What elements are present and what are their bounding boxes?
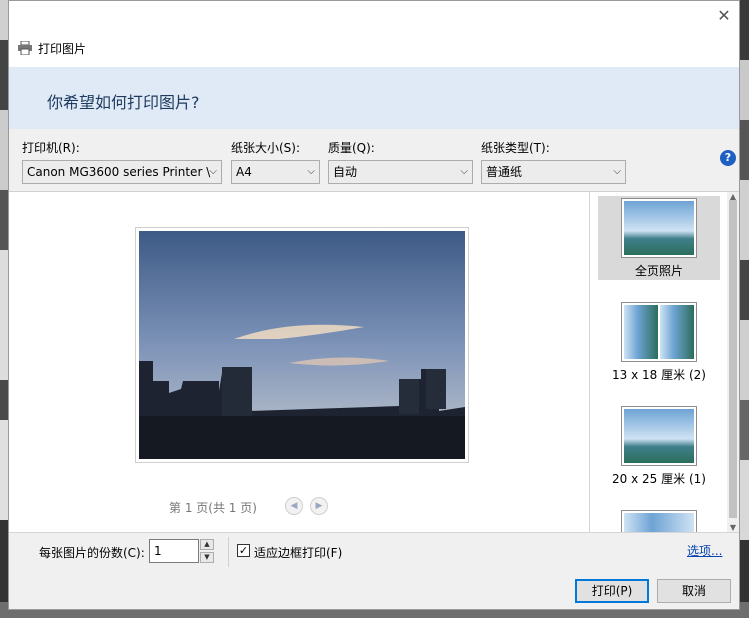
layout-preview-image <box>624 409 694 463</box>
copies-input[interactable]: 1 <box>149 539 199 563</box>
printer-icon <box>18 41 32 55</box>
chevron-right-icon[interactable]: ▶ <box>310 497 328 515</box>
paper-size-label: 纸张大小(S): <box>231 141 301 155</box>
paper-size-value: A4 <box>236 165 252 179</box>
scroll-down-icon[interactable]: ▼ <box>727 523 739 532</box>
page-indicator: 第 1 页(共 1 页) <box>169 501 257 515</box>
paper-type-select[interactable]: 普通纸 ⌵ <box>481 160 626 184</box>
layout-item-20x25[interactable]: 20 x 25 厘米 (1) <box>598 404 720 488</box>
quality-value: 自动 <box>333 165 358 179</box>
layout-preview-image <box>624 305 658 359</box>
layout-preview-image <box>660 305 694 359</box>
layout-item-13x18[interactable]: 13 x 18 厘米 (2) <box>598 300 720 384</box>
scrollbar-thumb[interactable] <box>729 200 737 518</box>
close-icon[interactable]: ✕ <box>713 5 735 27</box>
chevron-down-icon: ⌵ <box>209 166 217 177</box>
printer-label: 打印机(R): <box>22 141 80 155</box>
preview-area: 第 1 页(共 1 页) ◀ ▶ <box>9 192 587 532</box>
printer-select[interactable]: Canon MG3600 series Printer \ ⌵ <box>22 160 222 184</box>
layout-thumbnail <box>621 406 697 466</box>
layout-thumbnail <box>621 302 697 362</box>
quality-select[interactable]: 自动 ⌵ <box>328 160 473 184</box>
layout-panel: 全页照片 13 x 18 厘米 (2) 20 x 25 厘米 (1) <box>589 192 728 532</box>
photo-preview <box>139 231 465 459</box>
page-title: 你希望如何打印图片? <box>47 93 200 112</box>
layout-label: 全页照片 <box>634 264 683 278</box>
chevron-down-icon: ⌵ <box>460 166 468 177</box>
chevron-left-icon[interactable]: ◀ <box>285 497 303 515</box>
background-right <box>739 0 749 618</box>
stepper-up-icon[interactable]: ▲ <box>200 539 214 550</box>
chevron-down-icon: ⌵ <box>307 166 315 177</box>
layout-item-next[interactable] <box>598 508 720 532</box>
header-band: 你希望如何打印图片? <box>9 67 739 130</box>
layout-thumbnail <box>621 510 697 532</box>
chevron-down-icon: ⌵ <box>613 166 621 177</box>
settings-row: 打印机(R): Canon MG3600 series Printer \ ⌵ … <box>9 129 739 192</box>
help-icon[interactable]: ? <box>720 150 736 166</box>
layout-scrollbar[interactable]: ▲ ▼ <box>727 192 739 532</box>
copies-row: 每张图片的份数(C): 1 ▲ ▼ ✓ 适应边框打印(F) 选项... <box>9 532 739 573</box>
layout-label: 13 x 18 厘米 (2) <box>612 368 706 382</box>
fit-frame-checkbox[interactable]: ✓ <box>237 544 250 557</box>
layout-preview-image <box>624 513 694 532</box>
layout-thumbnail <box>621 198 697 258</box>
options-link[interactable]: 选项... <box>687 542 722 559</box>
paper-type-label: 纸张类型(T): <box>481 141 550 155</box>
paper-size-select[interactable]: A4 ⌵ <box>231 160 320 184</box>
fit-frame-label: 适应边框打印(F) <box>254 546 343 560</box>
dialog-footer: 打印(P) 取消 <box>9 573 739 609</box>
copies-label: 每张图片的份数(C): <box>39 546 145 560</box>
printer-value: Canon MG3600 series Printer \ <box>27 165 211 179</box>
copies-stepper[interactable]: ▲ ▼ <box>200 539 214 563</box>
divider <box>228 537 229 567</box>
quality-label: 质量(Q): <box>328 141 375 155</box>
layout-label: 20 x 25 厘米 (1) <box>612 472 706 486</box>
paper-type-value: 普通纸 <box>486 165 523 179</box>
title-bar: 打印图片 <box>17 39 86 57</box>
cancel-button[interactable]: 取消 <box>657 579 731 603</box>
print-button[interactable]: 打印(P) <box>575 579 649 603</box>
print-pictures-dialog: ✕ 打印图片 你希望如何打印图片? 打印机(R): Canon MG3600 s… <box>8 0 740 610</box>
stepper-down-icon[interactable]: ▼ <box>200 552 214 563</box>
layout-preview-image <box>624 201 694 255</box>
window-title: 打印图片 <box>38 41 87 56</box>
layout-item-full-page[interactable]: 全页照片 <box>598 196 720 280</box>
photo-preview-frame <box>135 227 469 463</box>
